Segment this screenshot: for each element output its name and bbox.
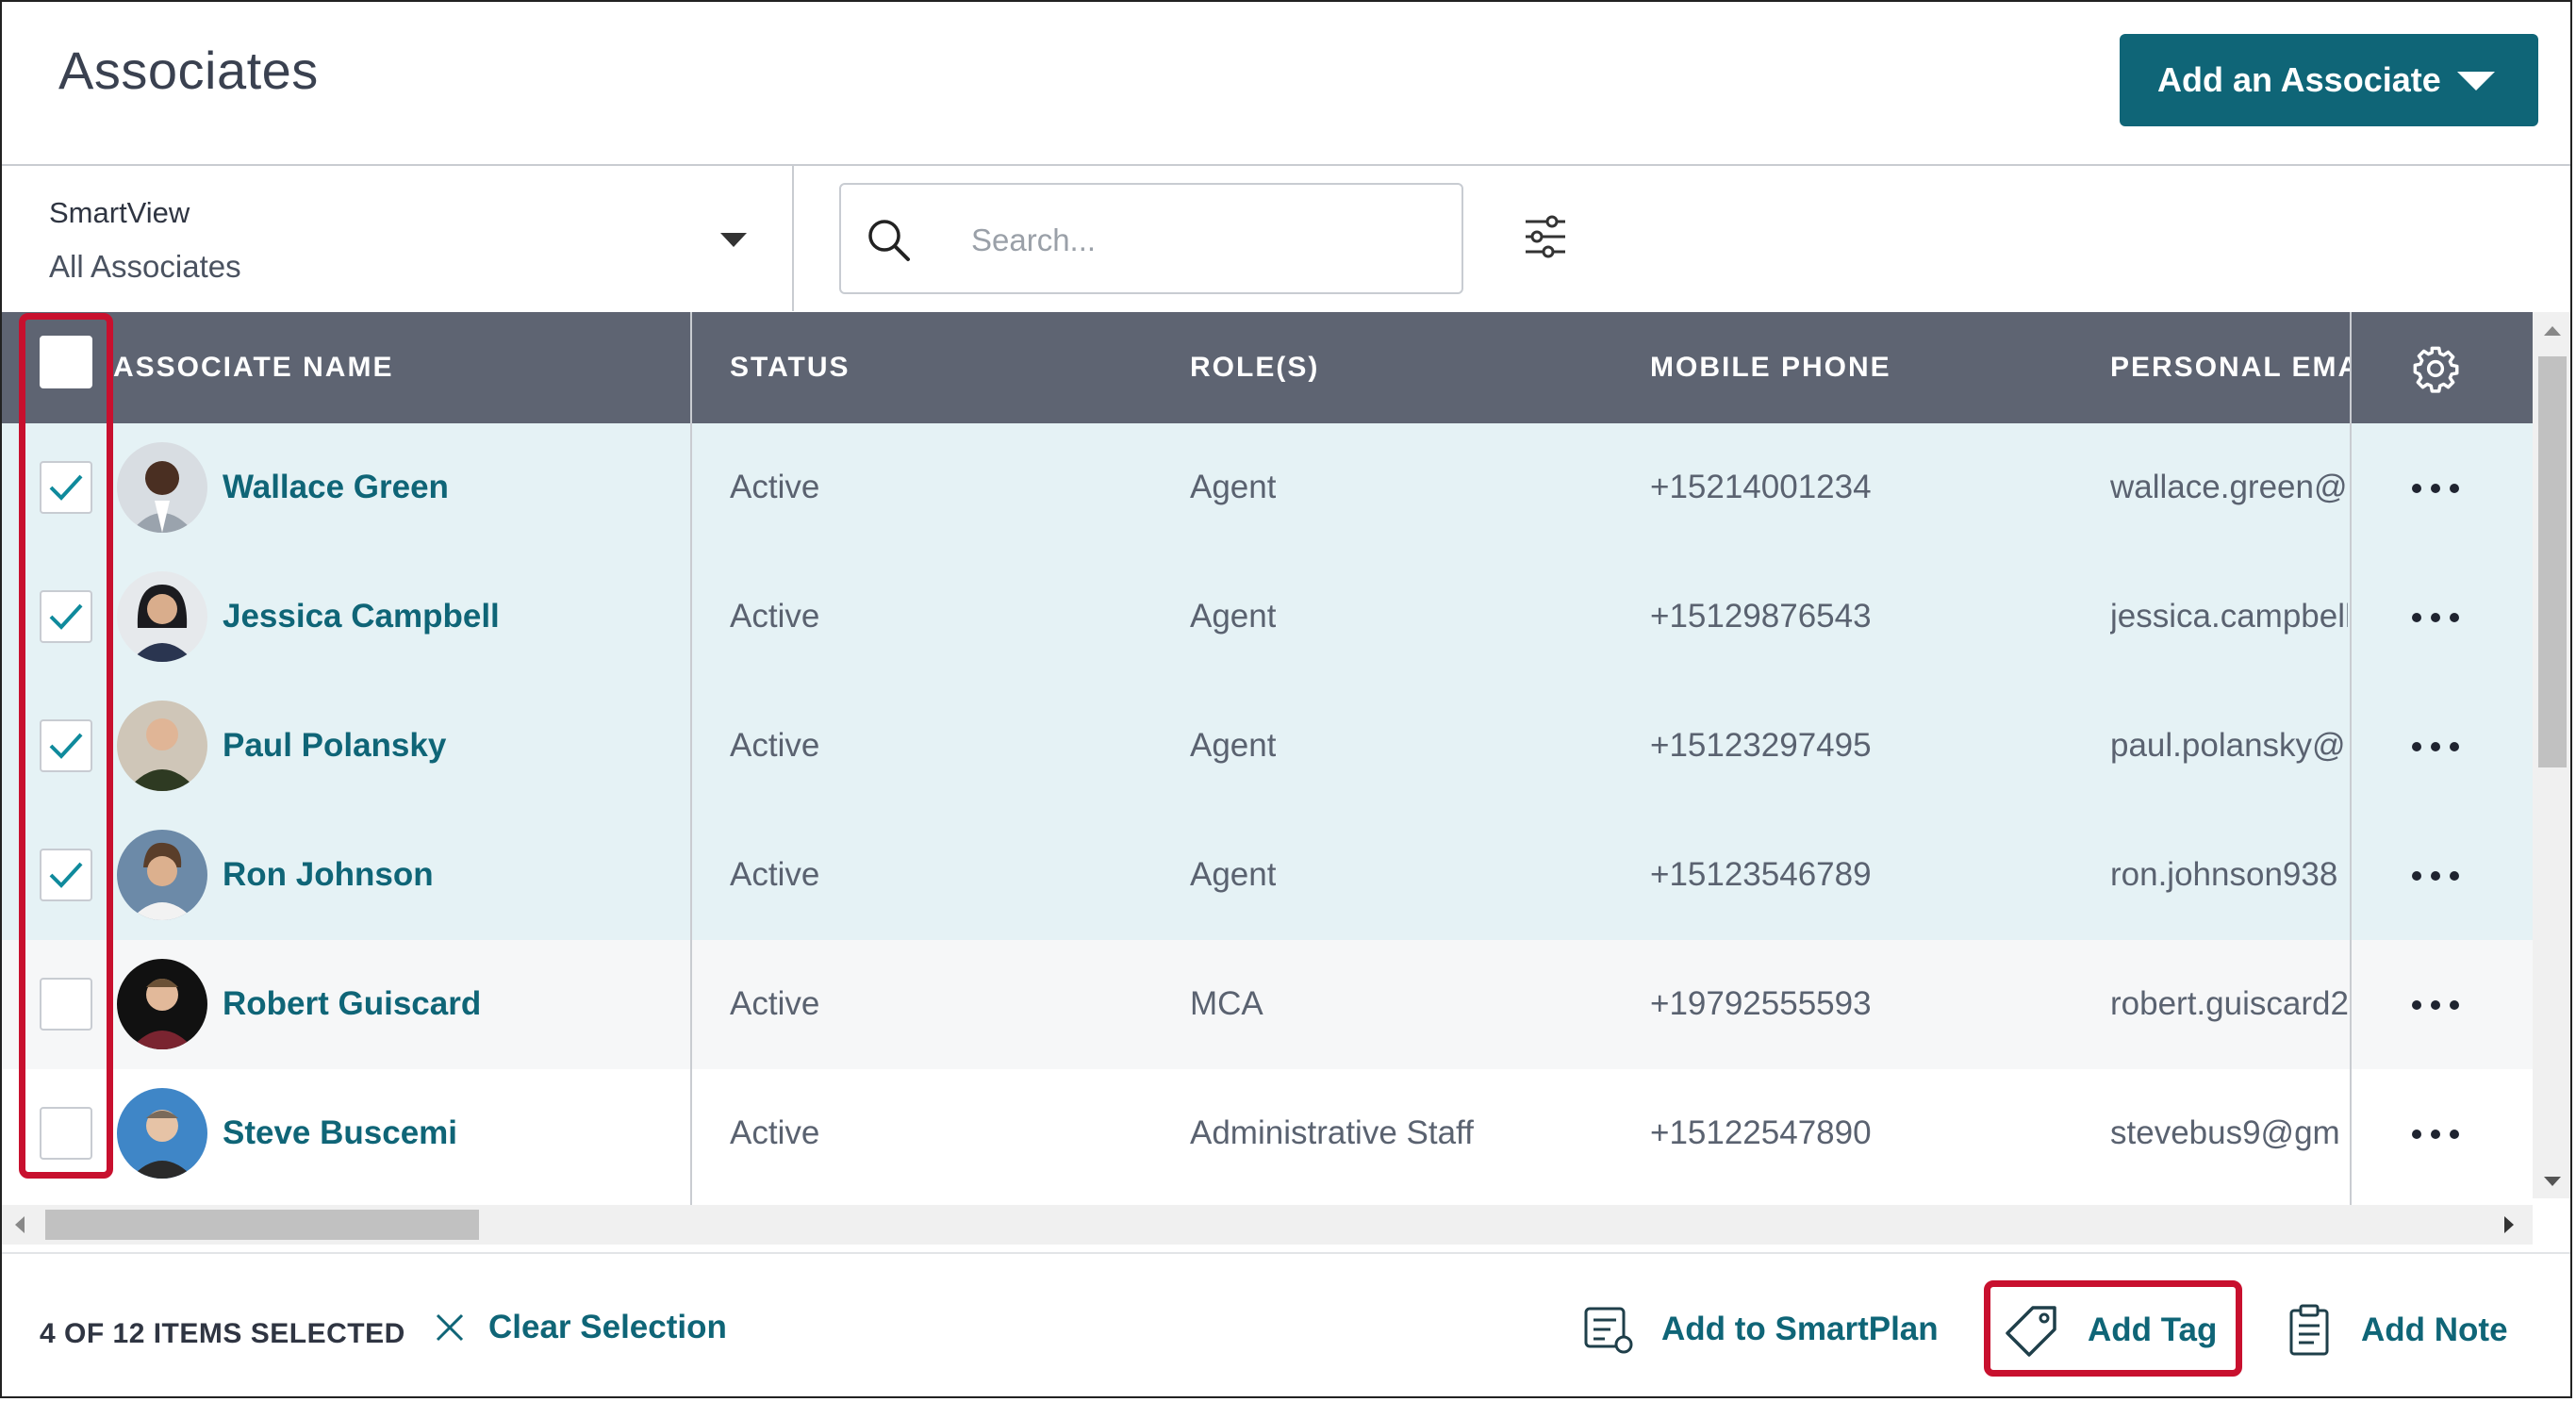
role-cell: Agent xyxy=(1190,598,1277,635)
footer-divider xyxy=(2,1252,2570,1254)
role-cell: Administrative Staff xyxy=(1190,1114,1474,1151)
more-options-icon[interactable] xyxy=(2408,1126,2465,1145)
associate-name-link[interactable]: Paul Polansky xyxy=(223,727,446,765)
checkbox-column-highlight xyxy=(19,313,113,1179)
phone-cell: +15123546789 xyxy=(1650,856,1872,893)
page-title: Associates xyxy=(58,41,319,100)
email-cell: jessica.campbell xyxy=(2110,598,2348,635)
role-cell: MCA xyxy=(1190,985,1263,1022)
add-tag-highlight xyxy=(1984,1280,2242,1377)
phone-cell: +15122547890 xyxy=(1650,1114,1872,1151)
more-options-icon[interactable] xyxy=(2408,997,2465,1015)
table-row[interactable]: Jessica Campbell Active Agent +151298765… xyxy=(2,553,2533,682)
phone-cell: +19792555593 xyxy=(1650,985,1872,1022)
table-row[interactable]: Ron Johnson Active Agent +15123546789 ro… xyxy=(2,811,2533,940)
status-cell: Active xyxy=(730,598,820,635)
clear-selection-button[interactable]: Clear Selection xyxy=(434,1309,727,1346)
role-cell: Agent xyxy=(1190,469,1277,505)
phone-cell: +15214001234 xyxy=(1650,469,1872,505)
add-to-smartplan-label: Add to SmartPlan xyxy=(1661,1311,1939,1347)
table-row[interactable]: Wallace Green Active Agent +15214001234 … xyxy=(2,423,2533,553)
column-header-mobile-phone[interactable]: MOBILE PHONE xyxy=(1650,312,2027,423)
avatar xyxy=(117,701,207,791)
add-to-smartplan-button[interactable]: Add to SmartPlan xyxy=(1582,1303,1939,1356)
avatar xyxy=(117,1088,207,1179)
scroll-left-arrow-icon[interactable] xyxy=(15,1216,25,1233)
note-icon xyxy=(2289,1304,2329,1356)
status-cell: Active xyxy=(730,1114,820,1151)
column-header-status[interactable]: STATUS xyxy=(730,312,1107,423)
scroll-right-arrow-icon[interactable] xyxy=(2504,1216,2514,1233)
role-cell: Agent xyxy=(1190,856,1277,893)
filter-sliders-icon[interactable] xyxy=(1522,213,1569,260)
vertical-scroll-thumb[interactable] xyxy=(2538,356,2567,767)
close-icon xyxy=(436,1313,464,1342)
selection-count: 4 OF 12 ITEMS SELECTED xyxy=(40,1318,405,1349)
associate-name-link[interactable]: Steve Buscemi xyxy=(223,1114,457,1152)
search-icon xyxy=(868,220,910,261)
name-column-divider xyxy=(690,312,692,1205)
associate-name-link[interactable]: Wallace Green xyxy=(223,469,449,506)
smartview-label: SmartView xyxy=(49,196,190,229)
add-associate-button[interactable]: Add an Associate xyxy=(2120,34,2538,126)
avatar xyxy=(117,959,207,1049)
column-header-roles[interactable]: ROLE(S) xyxy=(1190,312,1567,423)
email-cell: ron.johnson938 xyxy=(2110,856,2338,893)
scroll-up-arrow-icon[interactable] xyxy=(2544,326,2561,336)
gear-icon[interactable] xyxy=(2411,344,2460,393)
email-cell: robert.guiscard2 xyxy=(2110,985,2348,1022)
actions-column-divider xyxy=(2350,312,2352,1205)
chevron-down-icon xyxy=(2457,72,2495,91)
table-row[interactable]: Robert Guiscard Active MCA +19792555593 … xyxy=(2,940,2533,1069)
avatar xyxy=(117,442,207,533)
status-cell: Active xyxy=(730,856,820,893)
scroll-down-arrow-icon[interactable] xyxy=(2544,1177,2561,1186)
more-options-icon[interactable] xyxy=(2408,738,2465,757)
smartview-value: All Associates xyxy=(49,249,241,284)
email-cell: wallace.green@ xyxy=(2110,469,2348,505)
table-row[interactable]: Steve Buscemi Active Administrative Staf… xyxy=(2,1069,2533,1198)
role-cell: Agent xyxy=(1190,727,1277,764)
more-options-icon[interactable] xyxy=(2408,480,2465,499)
associates-window: Associates Add an Associate SmartView Al… xyxy=(0,0,2572,1398)
table-row[interactable]: Paul Polansky Active Agent +15123297495 … xyxy=(2,682,2533,811)
associate-name-link[interactable]: Jessica Campbell xyxy=(223,598,500,635)
column-header-name[interactable]: ASSOCIATE NAME xyxy=(113,312,679,423)
associate-name-link[interactable]: Robert Guiscard xyxy=(223,985,481,1023)
smartplan-icon xyxy=(1584,1307,1633,1354)
table-header: ASSOCIATE NAME STATUS ROLE(S) MOBILE PHO… xyxy=(2,312,2533,423)
more-options-icon[interactable] xyxy=(2408,867,2465,886)
search-input[interactable] xyxy=(969,213,1426,268)
email-cell: stevebus9@gm xyxy=(2110,1114,2340,1151)
avatar xyxy=(117,830,207,920)
add-note-label: Add Note xyxy=(2361,1311,2508,1348)
avatar xyxy=(117,571,207,662)
associate-name-link[interactable]: Ron Johnson xyxy=(223,856,434,894)
phone-cell: +15129876543 xyxy=(1650,598,1872,635)
header-divider xyxy=(2,164,2570,166)
toolbar-divider xyxy=(792,166,794,311)
status-cell: Active xyxy=(730,985,820,1022)
column-header-personal-email[interactable]: PERSONAL EMA xyxy=(2110,312,2350,423)
status-cell: Active xyxy=(730,727,820,764)
email-cell: paul.polansky@ xyxy=(2110,727,2346,764)
clear-selection-label: Clear Selection xyxy=(488,1309,727,1345)
horizontal-scroll-thumb[interactable] xyxy=(45,1210,479,1240)
chevron-down-icon[interactable] xyxy=(720,233,747,247)
status-cell: Active xyxy=(730,469,820,505)
add-note-button[interactable]: Add Note xyxy=(2287,1303,2508,1358)
search-box[interactable] xyxy=(839,183,1463,294)
add-associate-label: Add an Associate xyxy=(2157,60,2441,99)
more-options-icon[interactable] xyxy=(2408,609,2465,628)
phone-cell: +15123297495 xyxy=(1650,727,1872,764)
